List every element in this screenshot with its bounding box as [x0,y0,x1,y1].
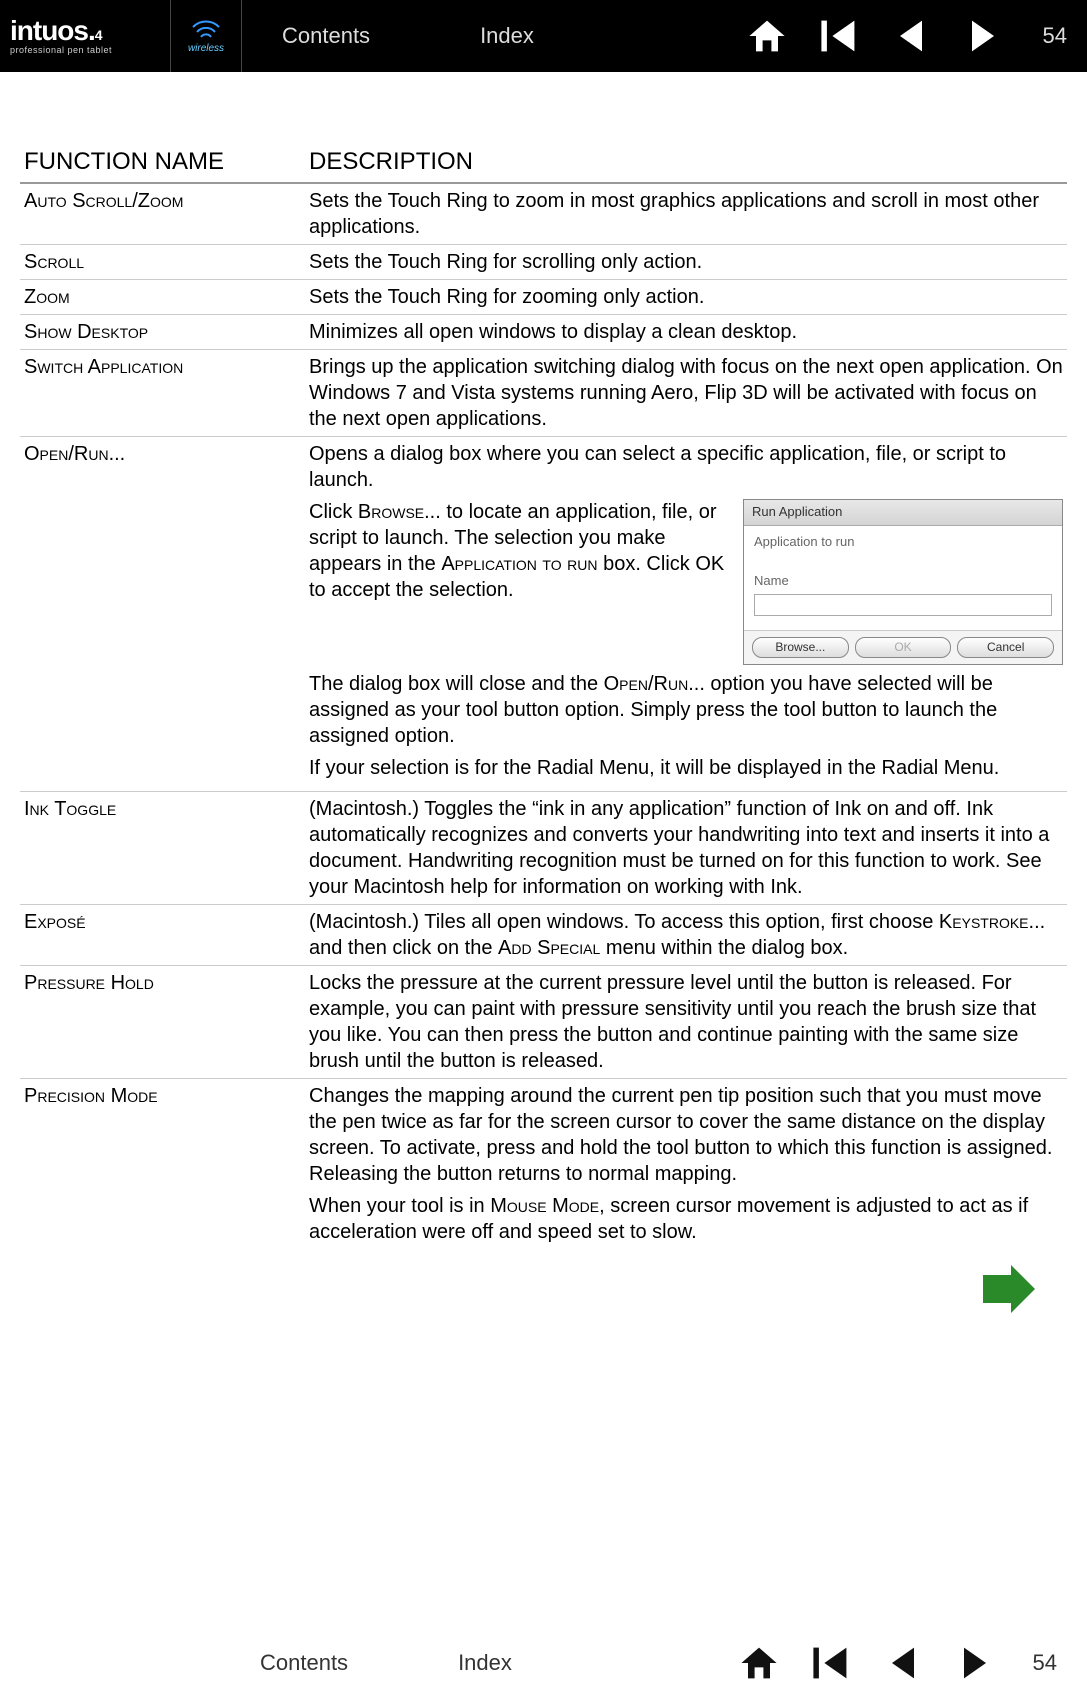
table-row: Precision Mode Changes the mapping aroun… [20,1079,1067,1256]
prev-page-icon[interactable] [889,14,933,58]
wireless-label: wireless [188,43,224,54]
browse-button[interactable]: Browse... [752,637,849,659]
function-table: FUNCTION NAME DESCRIPTION Auto Scroll/Zo… [20,142,1067,1255]
fn-desc: Brings up the application switching dial… [305,350,1067,437]
table-row: Show Desktop Minimizes all open windows … [20,315,1067,350]
fn-desc: (Macintosh.) Toggles the “ink in any app… [305,792,1067,905]
link-contents[interactable]: Contents [282,23,370,49]
fn-name: Scroll [20,245,305,280]
footer-link-index[interactable]: Index [458,1650,512,1676]
page-number-top: 54 [1043,23,1067,49]
table-row: Exposé (Macintosh.) Tiles all open windo… [20,905,1067,966]
fn-name: Show Desktop [20,315,305,350]
logo-subtitle: professional pen tablet [10,45,170,55]
table-row: Open/Run... Opens a dialog box where you… [20,437,1067,792]
home-icon[interactable] [745,14,789,58]
footer-link-contents[interactable]: Contents [260,1650,348,1676]
nav-icons: 54 [745,0,1067,72]
fn-name: Precision Mode [20,1079,305,1256]
openrun-text: Click Browse... to locate an application… [309,499,733,665]
run-application-dialog: Run Application Application to run Name … [743,499,1063,665]
openrun-after: The dialog box will close and the Open/R… [309,671,1063,749]
fn-name: Ink Toggle [20,792,305,905]
logo-text: intuos. [10,15,95,46]
fn-desc: Locks the pressure at the current pressu… [305,966,1067,1079]
wifi-icon [191,19,221,41]
table-row: Switch Application Brings up the applica… [20,350,1067,437]
prev-page-icon[interactable] [881,1641,925,1685]
logo: intuos.4 professional pen tablet [0,0,170,72]
next-page-icon[interactable] [953,1641,997,1685]
precision-p2: When your tool is in Mouse Mode, screen … [309,1193,1063,1245]
cancel-button[interactable]: Cancel [957,637,1054,659]
footer-nav: Contents Index 54 [0,1633,1087,1693]
logo-suffix: 4 [95,27,102,43]
ok-button[interactable]: OK [855,637,952,659]
page-number-bottom: 54 [1033,1650,1057,1676]
table-row: Zoom Sets the Touch Ring for zooming onl… [20,280,1067,315]
fn-desc: Sets the Touch Ring for zooming only act… [305,280,1067,315]
openrun-radial: If your selection is for the Radial Menu… [309,755,1063,781]
col-description: DESCRIPTION [305,142,1067,183]
dialog-title: Run Application [744,500,1062,526]
table-row: Auto Scroll/Zoom Sets the Touch Ring to … [20,183,1067,245]
table-row: Scroll Sets the Touch Ring for scrolling… [20,245,1067,280]
fn-name: Zoom [20,280,305,315]
dialog-name-field[interactable] [754,594,1052,616]
fn-name: Auto Scroll/Zoom [20,183,305,245]
fn-desc: (Macintosh.) Tiles all open windows. To … [305,905,1067,966]
openrun-intro: Opens a dialog box where you can select … [309,441,1063,493]
page-content: FUNCTION NAME DESCRIPTION Auto Scroll/Zo… [0,72,1087,1333]
fn-name: Exposé [20,905,305,966]
home-icon[interactable] [737,1641,781,1685]
first-page-icon[interactable] [809,1641,853,1685]
table-row: Pressure Hold Locks the pressure at the … [20,966,1067,1079]
fn-desc: Opens a dialog box where you can select … [305,437,1067,792]
top-header: intuos.4 professional pen tablet wireles… [0,0,1087,72]
first-page-icon[interactable] [817,14,861,58]
fn-name: Open/Run... [20,437,305,792]
precision-p1: Changes the mapping around the current p… [309,1083,1063,1187]
fn-desc: Sets the Touch Ring for scrolling only a… [305,245,1067,280]
fn-desc: Sets the Touch Ring to zoom in most grap… [305,183,1067,245]
fn-name: Switch Application [20,350,305,437]
nav-links: Contents Index [242,23,534,49]
link-index[interactable]: Index [480,23,534,49]
wireless-badge: wireless [170,0,242,72]
col-function-name: FUNCTION NAME [20,142,305,183]
dialog-label-name: Name [754,573,1052,590]
next-page-icon[interactable] [961,14,1005,58]
dialog-label-app: Application to run [754,534,1052,551]
fn-desc: Minimizes all open windows to display a … [305,315,1067,350]
table-row: Ink Toggle (Macintosh.) Toggles the “ink… [20,792,1067,905]
continue-arrow[interactable] [20,1255,1067,1313]
fn-name: Pressure Hold [20,966,305,1079]
fn-desc: Changes the mapping around the current p… [305,1079,1067,1256]
